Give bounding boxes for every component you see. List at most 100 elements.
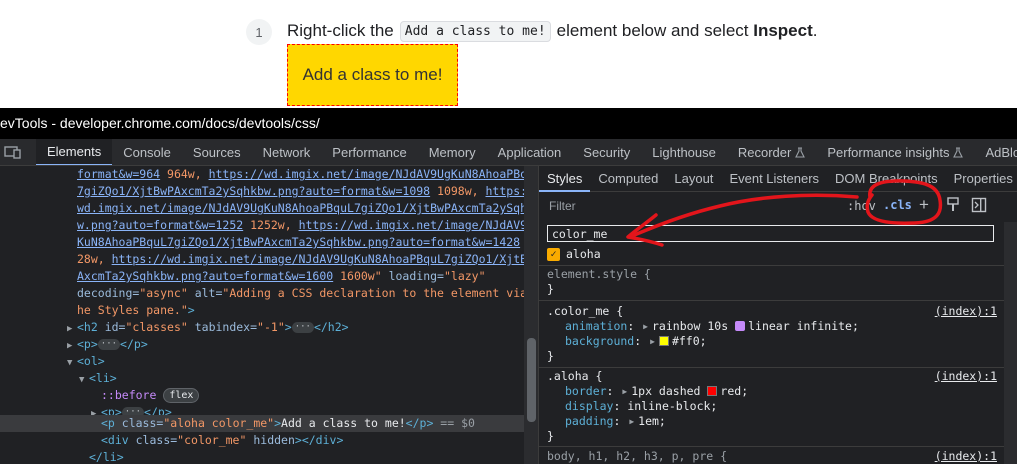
aloha-checkbox[interactable]: ✓ — [547, 247, 560, 261]
tag-name: <ol> — [77, 354, 105, 368]
step-text-end: . — [812, 21, 818, 40]
tab-lighthouse-label: Lighthouse — [652, 144, 716, 160]
srcset-url[interactable]: wd.imgix.net/image/NJdAV9UgKuN8AhoaPBquL… — [77, 201, 524, 215]
attr-value: he Styles pane." — [77, 303, 188, 317]
srcset-url[interactable]: KuN8AhoaPBquL7giZQo1/XjtBwPAxcmTa2ySqhkb… — [77, 235, 520, 249]
srcset-url[interactable]: AxcmTa2ySqhkbw.png?auto=format&w=1600 — [77, 269, 333, 283]
expand-triangle-icon[interactable]: ▶ — [622, 384, 627, 399]
css-declaration[interactable]: display: inline-block; — [565, 399, 717, 414]
element-text: Add a class to me! — [281, 416, 406, 430]
tab-security[interactable]: Security — [572, 139, 641, 165]
class-toggle-label: aloha — [566, 247, 601, 261]
expand-triangle-icon[interactable]: ▶ — [629, 414, 634, 429]
rule-selector[interactable]: .color_me { — [547, 304, 623, 319]
tab-network[interactable]: Network — [252, 139, 322, 165]
tab-adblock[interactable]: AdBlock — [974, 139, 1017, 165]
elements-scrollbar-thumb[interactable] — [527, 338, 536, 422]
tab-event-listeners[interactable]: Event Listeners — [721, 166, 827, 192]
rule-selector[interactable]: body, h1, h2, h3, p, pre { — [547, 449, 727, 464]
rule-selector[interactable]: .aloha { — [547, 369, 602, 384]
ellipsis-icon[interactable]: ··· — [291, 322, 314, 333]
srcset-text: 1098w, — [430, 184, 486, 198]
dom-line[interactable]: wd.imgix.net/image/NJdAV9UgKuN8AhoaPBquL… — [77, 200, 524, 217]
tab-properties[interactable]: Properties — [946, 166, 1017, 192]
srcset-url[interactable]: format&w=964 — [77, 167, 160, 181]
srcset-text: 1600w" — [333, 269, 382, 283]
device-toggle-icon[interactable] — [0, 145, 28, 159]
styles-toolbar: Filter :hov .cls + — [539, 192, 1017, 220]
cls-button[interactable]: .cls — [883, 198, 912, 212]
toggle-sidebar-icon[interactable] — [971, 197, 987, 218]
filter-input[interactable]: Filter — [549, 199, 576, 213]
rule-divider — [539, 265, 1017, 266]
dom-line-before[interactable]: ::before flex — [101, 387, 200, 404]
dom-line[interactable]: 7giZQo1/XjtBwPAxcmTa2ySqhkbw.png?auto=fo… — [77, 183, 524, 200]
tab-computed[interactable]: Computed — [590, 166, 666, 192]
srcset-url[interactable]: https://wd.imgix.net/image/NJdAV9UgKuN8A… — [209, 167, 524, 181]
dom-line[interactable]: 28w, https://wd.imgix.net/image/NJdAV9Ug… — [77, 251, 524, 268]
css-declaration[interactable]: background: ▶ #ff0; — [565, 334, 707, 349]
color-swatch[interactable] — [658, 336, 669, 346]
tab-memory[interactable]: Memory — [418, 139, 487, 165]
tab-styles[interactable]: Styles — [539, 166, 591, 192]
collapse-triangle-icon[interactable]: ▼ — [67, 355, 77, 372]
dom-line-h2[interactable]: ▶ <h2 id="classes" tabindex="-1"> ··· </h2> — [67, 319, 349, 336]
dom-line-selected[interactable]: <p class="aloha color_me">Add a class to… — [0, 415, 524, 432]
srcset-url[interactable]: https:// — [486, 184, 525, 198]
rule-source-link[interactable]: (index):1 — [935, 369, 997, 384]
attr-name: id= — [97, 320, 126, 334]
tab-console[interactable]: Console — [112, 139, 182, 165]
dom-line-li-close[interactable]: </li> — [89, 449, 124, 464]
tab-dom-breakpoints[interactable]: DOM Breakpoints — [827, 166, 946, 192]
elements-panel[interactable]: format&w=964 964w, https://wd.imgix.net/… — [0, 166, 524, 464]
paint-brush-icon[interactable] — [946, 197, 960, 218]
rule-source-link[interactable]: (index):1 — [935, 449, 997, 464]
expand-triangle-icon[interactable]: ▶ — [643, 319, 648, 334]
dom-line-p[interactable]: ▶ <p> ··· </p> — [67, 336, 148, 353]
easing-editor-icon[interactable] — [735, 321, 746, 331]
class-toggle-row[interactable]: ✓ aloha — [547, 246, 601, 262]
expand-triangle-icon[interactable]: ▶ — [650, 334, 655, 349]
tag-name: </li> — [89, 450, 124, 464]
tab-lighthouse[interactable]: Lighthouse — [641, 139, 727, 165]
dom-line[interactable]: he Styles pane."> — [77, 302, 195, 319]
tab-recorder[interactable]: Recorder — [727, 139, 816, 165]
srcset-url[interactable]: https://wd.imgix.net/image/NJdAV9UgKuN8A… — [112, 252, 524, 266]
styles-scrollbar[interactable] — [1004, 222, 1017, 464]
tab-sources[interactable]: Sources — [182, 139, 252, 165]
flask-icon — [953, 146, 964, 158]
css-property: animation — [565, 319, 628, 333]
hov-button[interactable]: :hov — [847, 199, 876, 213]
css-declaration[interactable]: border: ▶ 1px dashed red; — [565, 384, 748, 399]
rule-source-link[interactable]: (index):1 — [935, 304, 997, 319]
dom-line[interactable]: w.png?auto=format&w=1252 1252w, https://… — [77, 217, 524, 234]
attr-value: "-1" — [257, 320, 285, 334]
demo-element[interactable]: Add a class to me! — [287, 44, 458, 106]
dom-line-li[interactable]: ▼ <li> — [79, 370, 117, 387]
flex-badge[interactable]: flex — [163, 388, 200, 403]
dom-line[interactable]: decoding="async" alt="Adding a CSS decla… — [77, 285, 524, 302]
css-property: display — [565, 399, 614, 413]
new-rule-plus-icon[interactable]: + — [919, 195, 929, 215]
tab-application[interactable]: Application — [487, 139, 573, 165]
dom-line-ol[interactable]: ▼ <ol> — [67, 353, 105, 370]
dom-line-div[interactable]: <div class="color_me" hidden></div> — [101, 432, 343, 449]
tab-performance-insights[interactable]: Performance insights — [816, 139, 974, 165]
ellipsis-icon[interactable]: ··· — [97, 339, 121, 350]
add-class-input[interactable] — [547, 225, 994, 242]
pseudo-element: ::before — [101, 388, 157, 402]
css-declaration[interactable]: animation: ▶ rainbow 10s linear infinite; — [565, 319, 859, 334]
tab-performance[interactable]: Performance — [321, 139, 417, 165]
collapse-triangle-icon[interactable]: ▼ — [79, 372, 89, 389]
srcset-url[interactable]: https://wd.imgix.net/image/NJdAV9Ug — [299, 218, 524, 232]
srcset-url[interactable]: w.png?auto=format&w=1252 — [77, 218, 243, 232]
color-swatch[interactable] — [707, 386, 718, 396]
tab-elements[interactable]: Elements — [36, 139, 113, 165]
element-style-selector[interactable]: element.style { — [547, 267, 651, 282]
tab-layout[interactable]: Layout — [666, 166, 721, 192]
dom-line[interactable]: format&w=964 964w, https://wd.imgix.net/… — [77, 166, 524, 183]
dom-line[interactable]: KuN8AhoaPBquL7giZQo1/XjtBwPAxcmTa2ySqhkb… — [77, 234, 524, 251]
dom-line[interactable]: AxcmTa2ySqhkbw.png?auto=format&w=1600 16… — [77, 268, 486, 285]
srcset-url[interactable]: 7giZQo1/XjtBwPAxcmTa2ySqhkbw.png?auto=fo… — [77, 184, 430, 198]
css-declaration[interactable]: padding: ▶ 1em; — [565, 414, 666, 429]
